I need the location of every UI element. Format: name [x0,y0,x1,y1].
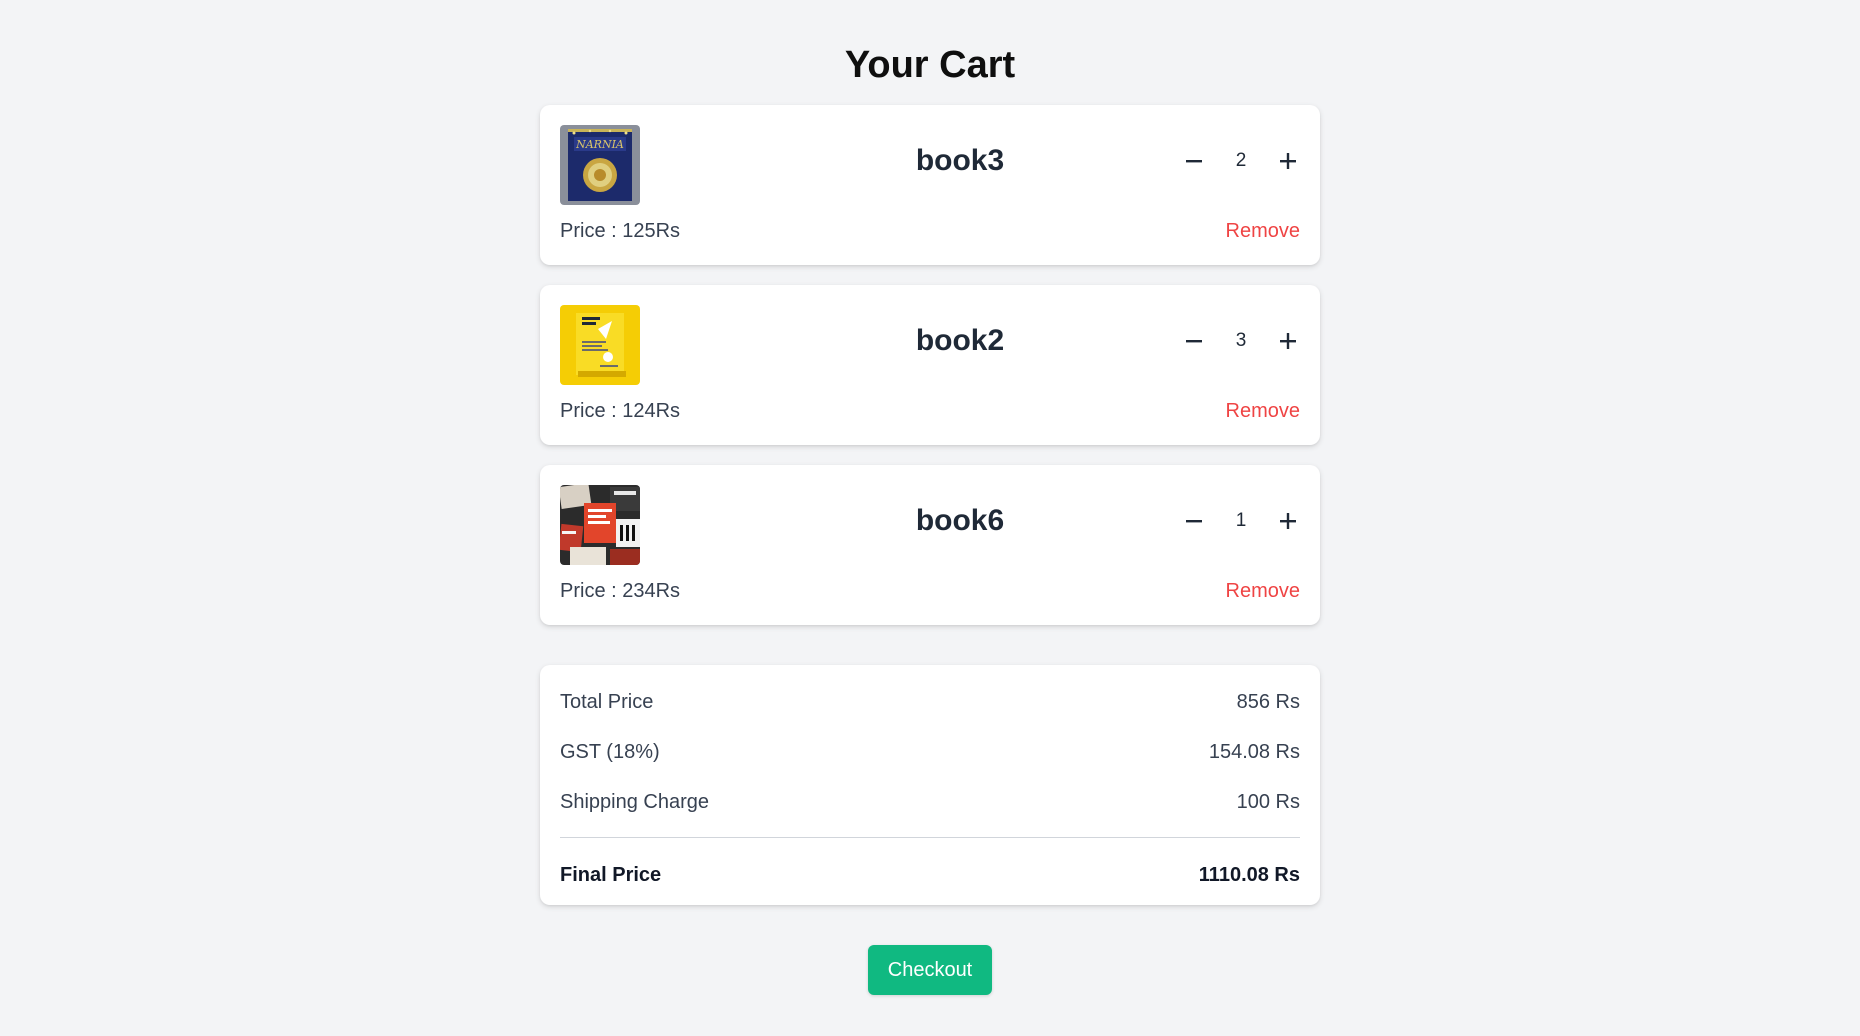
decrease-quantity-button[interactable] [1176,503,1212,539]
final-price-label: Final Price [560,863,662,886]
quantity-stepper: 1 [1176,503,1306,539]
book-name: book3 [915,144,1005,177]
cart-page: Your Cart NARNIA book3 2 Price: 125Rs R… [0,0,1860,1036]
cart-list: NARNIA book3 2 Price: 125Rs Remove book… [540,105,1320,645]
increase-quantity-button[interactable] [1270,503,1306,539]
cart-item: book2 3 Price : 124Rs Remove [540,285,1320,445]
item-price: Price : 234Rs [560,580,681,602]
page-title: Your Cart [844,44,1016,86]
svg-text:NARNIA: NARNIA [575,138,624,151]
remove-button[interactable]: Remove [1226,217,1300,245]
shipping-row: Shipping Charge 100 Rs [560,777,1300,827]
remove-button[interactable]: Remove [1226,397,1300,425]
quantity-stepper: 3 [1176,323,1306,359]
book-cover-yellow-image [560,305,640,385]
gst-row: GST (18%) 154.08 Rs [560,727,1300,777]
minus-icon [1186,160,1202,163]
quantity-stepper: 2 [1176,143,1306,179]
plus-icon [1280,513,1296,529]
total-price-value: 856 Rs [1236,690,1300,713]
final-price-value: 1110.08 Rs [1198,863,1300,886]
price-summary: Total Price 856 Rs GST (18%) 154.08 Rs S… [540,665,1320,905]
book-cover-collage-image [560,485,640,565]
book-thumbnail [560,485,640,565]
shipping-label: Shipping Charge [560,790,709,813]
minus-icon [1186,520,1202,523]
book-thumbnail: NARNIA [560,125,640,205]
plus-icon [1280,153,1296,169]
book-name: book6 [915,504,1005,537]
cart-item: book6 1 Price : 234Rs Remove [540,465,1320,625]
book-name: book2 [915,324,1005,357]
book-cover-narnia-image: NARNIA [560,125,640,205]
total-price-label: Total Price [560,690,654,713]
quantity-value: 1 [1235,510,1247,531]
book-thumbnail [560,305,640,385]
quantity-value: 3 [1235,330,1247,351]
decrease-quantity-button[interactable] [1176,143,1212,179]
decrease-quantity-button[interactable] [1176,323,1212,359]
cart-item: NARNIA book3 2 Price: 125Rs Remove [540,105,1320,265]
increase-quantity-button[interactable] [1270,143,1306,179]
quantity-value: 2 [1235,150,1247,171]
checkout-button[interactable]: Checkout [868,945,992,995]
gst-label: GST (18%) [560,740,660,763]
gst-value: 154.08 Rs [1208,740,1300,763]
plus-icon [1280,333,1296,349]
final-price-row: Final Price 1110.08 Rs [560,850,1300,900]
item-price: Price : 124Rs [560,400,681,422]
minus-icon [1186,340,1202,343]
shipping-value: 100 Rs [1236,790,1300,813]
summary-divider [560,837,1300,838]
increase-quantity-button[interactable] [1270,323,1306,359]
remove-button[interactable]: Remove [1226,577,1300,605]
item-price: Price : 125Rs [560,220,681,242]
total-price-row: Total Price 856 Rs [560,677,1300,727]
